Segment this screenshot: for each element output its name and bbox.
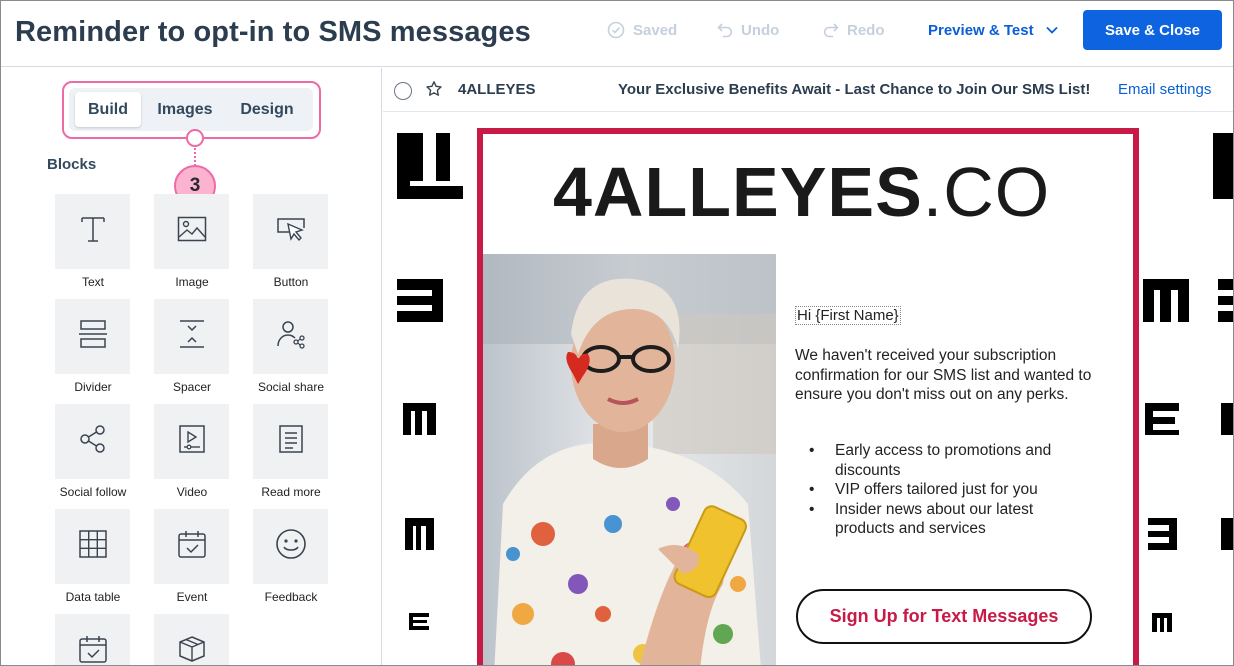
eye-chart-glyph — [1213, 133, 1233, 199]
block-label: Video — [176, 485, 208, 499]
video-icon — [178, 424, 206, 459]
eye-chart-glyph — [1145, 403, 1179, 435]
eye-chart-glyph — [409, 613, 429, 630]
select-radio[interactable] — [394, 82, 412, 100]
block-label: Event — [176, 590, 208, 604]
calendar-check-icon — [177, 529, 207, 564]
block-label: Button — [273, 275, 309, 289]
block-spacer[interactable] — [154, 299, 229, 374]
blocks-heading: Blocks — [47, 156, 97, 173]
sms-signup-button[interactable]: Sign Up for Text Messages — [796, 589, 1092, 644]
save-close-button[interactable]: Save & Close — [1083, 10, 1222, 50]
logo-bold-text: 4ALLEYES — [553, 153, 923, 231]
text-icon — [79, 214, 107, 249]
email-body-text[interactable]: We haven't received your subscription co… — [795, 346, 1095, 405]
block-video[interactable] — [154, 404, 229, 479]
tab-images[interactable]: Images — [149, 92, 221, 127]
spacer-icon — [178, 319, 206, 354]
table-grid-icon — [78, 529, 108, 564]
document-icon — [278, 424, 304, 459]
eye-chart-glyph — [405, 518, 434, 550]
woman-with-phone-image — [483, 254, 776, 665]
saved-status: Saved — [607, 19, 677, 41]
tab-bar: Build Images Design — [69, 88, 313, 131]
hero-photo — [483, 254, 776, 665]
tab-build[interactable]: Build — [75, 92, 141, 127]
brand-logo: 4ALLEYES.CO — [553, 152, 1050, 232]
eye-chart-glyph — [1218, 279, 1233, 322]
image-icon — [177, 216, 207, 247]
social-share-icon — [276, 319, 306, 354]
eye-chart-glyph — [1143, 279, 1189, 322]
undo-icon — [717, 22, 733, 38]
top-header: Reminder to opt-in to SMS messages Saved… — [1, 1, 1233, 67]
email-sender: 4ALLEYES — [458, 81, 536, 98]
divider-icon — [78, 319, 107, 354]
saved-label: Saved — [633, 21, 678, 39]
email-canvas: 4ALLEYES.CO Hi {First Name} We haven't r… — [383, 113, 1233, 665]
eye-chart-glyph — [1221, 403, 1233, 435]
block-product[interactable] — [154, 614, 229, 665]
block-image[interactable] — [154, 194, 229, 269]
eye-chart-glyph — [1148, 518, 1177, 550]
share-network-icon — [78, 424, 108, 459]
list-item: Early access to promotions and discounts — [808, 441, 1078, 480]
block-social-share[interactable] — [253, 299, 328, 374]
block-read-more[interactable] — [253, 404, 328, 479]
block-calendar[interactable] — [55, 614, 130, 665]
email-greeting[interactable]: Hi {First Name} — [795, 306, 901, 325]
email-info-bar: 4ALLEYES Your Exclusive Benefits Await -… — [383, 68, 1233, 112]
box-icon — [177, 634, 207, 665]
left-panel: Build Images Design 3 Blocks Text Image … — [1, 68, 382, 665]
logo-thin-text: .CO — [922, 153, 1051, 231]
star-icon[interactable] — [425, 80, 443, 103]
list-item: VIP offers tailored just for you — [808, 480, 1078, 500]
eye-chart-glyph — [1221, 518, 1233, 550]
email-body-card[interactable]: 4ALLEYES.CO Hi {First Name} We haven't r… — [477, 128, 1139, 665]
list-item: Insider news about our latest products a… — [808, 500, 1078, 539]
redo-label: Redo — [847, 21, 885, 39]
block-label: Data table — [65, 590, 121, 604]
block-label: Read more — [261, 485, 321, 499]
block-label: Spacer — [172, 380, 212, 394]
undo-button[interactable]: Undo — [717, 19, 779, 41]
block-event[interactable] — [154, 509, 229, 584]
chevron-down-icon — [1045, 26, 1058, 34]
block-label: Social share — [257, 380, 325, 394]
app-window: Reminder to opt-in to SMS messages Saved… — [0, 0, 1234, 666]
email-settings-link[interactable]: Email settings — [1118, 81, 1211, 98]
check-circle-icon — [607, 21, 625, 39]
redo-icon — [823, 22, 839, 38]
eye-chart-glyph — [397, 133, 463, 199]
email-subject: Your Exclusive Benefits Await - Last Cha… — [618, 81, 1091, 98]
tab-design[interactable]: Design — [231, 92, 303, 127]
callout-dot — [186, 129, 204, 147]
benefits-list[interactable]: Early access to promotions and discounts… — [808, 441, 1078, 539]
eye-chart-glyph — [1152, 613, 1172, 632]
block-divider[interactable] — [55, 299, 130, 374]
block-label: Text — [81, 275, 104, 289]
block-button[interactable] — [253, 194, 328, 269]
block-label: Social follow — [59, 485, 127, 499]
undo-label: Undo — [741, 21, 780, 39]
email-preview-area: 4ALLEYES Your Exclusive Benefits Await -… — [383, 68, 1233, 665]
block-label: Image — [175, 275, 209, 289]
block-data-table[interactable] — [55, 509, 130, 584]
preview-label: Preview & Test — [928, 21, 1034, 39]
redo-button[interactable]: Redo — [823, 19, 885, 41]
cursor-click-icon — [276, 216, 306, 247]
block-label: Divider — [74, 380, 112, 394]
block-text[interactable] — [55, 194, 130, 269]
block-social-follow[interactable] — [55, 404, 130, 479]
eye-chart-glyph — [403, 403, 436, 435]
calendar-icon — [78, 634, 108, 665]
preview-test-dropdown[interactable]: Preview & Test — [928, 19, 1058, 41]
block-feedback[interactable] — [253, 509, 328, 584]
page-title: Reminder to opt-in to SMS messages — [15, 16, 531, 48]
block-label: Feedback — [264, 590, 318, 604]
smiley-icon — [275, 528, 307, 565]
